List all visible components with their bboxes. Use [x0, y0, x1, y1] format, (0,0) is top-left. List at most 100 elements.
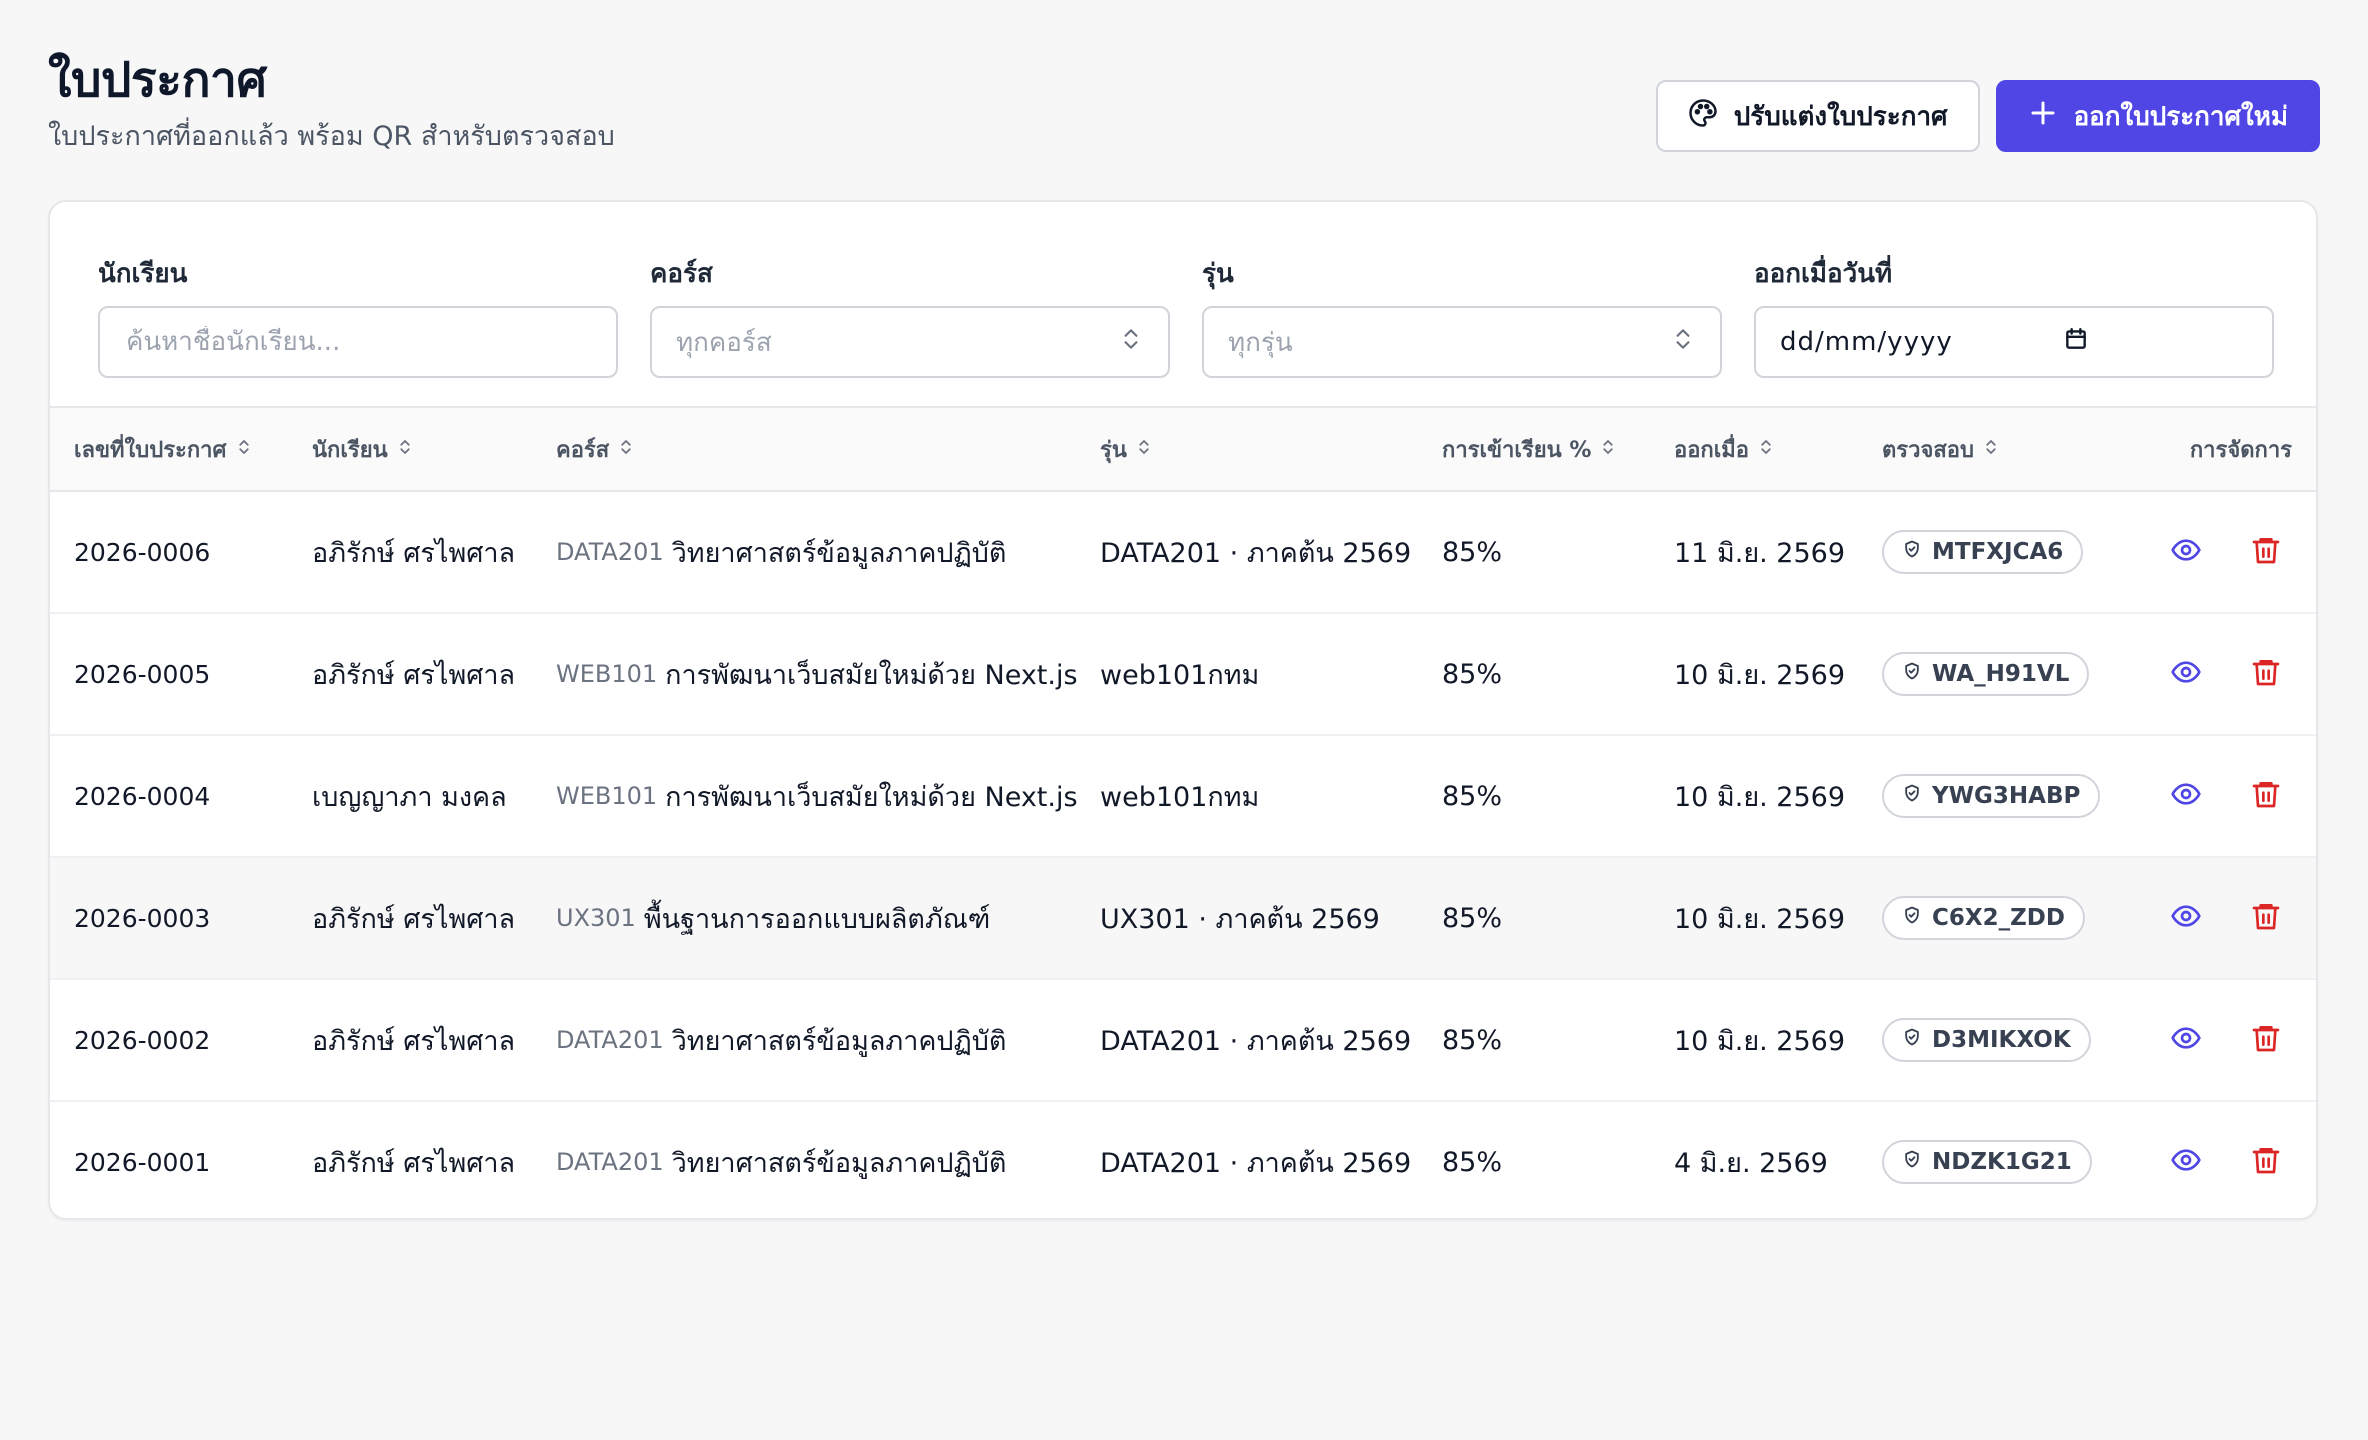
course-select[interactable]: ทุกคอร์ส — [650, 306, 1170, 378]
verify-cell: YWG3HABP — [1882, 736, 2101, 856]
column-header-number-label: เลขที่ใบประกาศ — [74, 437, 227, 463]
table-row: 2026-0002 อภิรักษ์ ศรไพศาล DATA201 วิทยา… — [50, 980, 2316, 1102]
course-code: DATA201 — [556, 538, 664, 566]
delete-button[interactable] — [2246, 898, 2286, 938]
customize-certificate-label: ปรับแต่งใบประกาศ — [1733, 101, 1948, 132]
column-header-verify-label: ตรวจสอบ — [1882, 437, 1974, 463]
batch-name: web101กทม — [1100, 781, 1260, 813]
chevron-up-down-icon — [1118, 326, 1144, 359]
palette-icon — [1688, 98, 1718, 135]
course-code: UX301 — [556, 904, 636, 932]
course-name: การพัฒนาเว็บสมัยใหม่ด้วย Next.js — [665, 659, 1078, 691]
certificate-number: 2026-0002 — [74, 1025, 211, 1055]
table-row: 2026-0005 อภิรักษ์ ศรไพศาล WEB101 การพัฒ… — [50, 614, 2316, 736]
issued-date: 10 มิ.ย. 2569 — [1674, 1025, 1846, 1057]
course-cell: WEB101 การพัฒนาเว็บสมัยใหม่ด้วย Next.js — [556, 736, 1078, 856]
eye-icon — [2170, 534, 2202, 570]
delete-button[interactable] — [2246, 1020, 2286, 1060]
student-name: เบญญาภา มงคล — [312, 781, 507, 813]
course-filter: คอร์ส ทุกคอร์ส — [650, 256, 1170, 378]
batch-name: UX301 · ภาคต้น 2569 — [1100, 903, 1380, 935]
issued-date-value: dd/mm/yyyy — [1780, 327, 1953, 357]
view-button[interactable] — [2166, 776, 2206, 816]
course-select-value: ทุกคอร์ส — [676, 327, 772, 358]
column-header-verify[interactable]: ตรวจสอบ — [1882, 408, 2000, 490]
verify-code: NDZK1G21 — [1932, 1149, 2072, 1175]
course-cell: UX301 พื้นฐานการออกแบบผลิตภัณฑ์ — [556, 858, 990, 978]
view-button[interactable] — [2166, 1142, 2206, 1182]
attendance-percent: 85% — [1442, 780, 1503, 812]
attendance-percent: 85% — [1442, 902, 1503, 934]
verify-code-badge[interactable]: NDZK1G21 — [1882, 1140, 2092, 1184]
calendar-icon[interactable] — [2063, 326, 2089, 359]
column-header-batch[interactable]: รุ่น — [1100, 408, 1153, 490]
trash-icon — [2250, 1022, 2282, 1058]
column-header-batch-label: รุ่น — [1100, 437, 1127, 463]
column-header-issued[interactable]: ออกเมื่อ — [1674, 408, 1775, 490]
column-header-number[interactable]: เลขที่ใบประกาศ — [74, 408, 253, 490]
customize-certificate-button[interactable]: ปรับแต่งใบประกาศ — [1655, 80, 1980, 152]
course-code: DATA201 — [556, 1026, 664, 1054]
delete-button[interactable] — [2246, 1142, 2286, 1182]
column-header-student[interactable]: นักเรียน — [312, 408, 414, 490]
certificates-card: นักเรียน คอร์ส ทุกคอร์ส รุ่น ทุกรุ่น — [48, 200, 2318, 1220]
column-header-attendance[interactable]: การเข้าเรียน % — [1442, 408, 1617, 490]
view-button[interactable] — [2166, 654, 2206, 694]
issued-date-input[interactable]: dd/mm/yyyy — [1754, 306, 2274, 378]
delete-button[interactable] — [2246, 776, 2286, 816]
verify-cell: D3MIKXOK — [1882, 980, 2091, 1100]
course-cell: DATA201 วิทยาศาสตร์ข้อมูลภาคปฏิบัติ — [556, 492, 1006, 612]
verify-code-badge[interactable]: MTFXJCA6 — [1882, 530, 2084, 574]
verify-code: C6X2_ZDD — [1932, 905, 2065, 931]
certificate-number: 2026-0005 — [74, 659, 211, 689]
new-certificate-button[interactable]: ออกใบประกาศใหม่ — [1995, 80, 2320, 152]
column-header-issued-label: ออกเมื่อ — [1674, 437, 1749, 463]
course-name: วิทยาศาสตร์ข้อมูลภาคปฏิบัติ — [671, 537, 1007, 569]
attendance-percent: 85% — [1442, 1024, 1503, 1056]
course-name: การพัฒนาเว็บสมัยใหม่ด้วย Next.js — [665, 781, 1078, 813]
attendance-percent: 85% — [1442, 1146, 1503, 1178]
page-header: ใบประกาศ ใบประกาศที่ออกแล้ว พร้อม QR สำห… — [48, 48, 615, 157]
delete-button[interactable] — [2246, 654, 2286, 694]
view-button[interactable] — [2166, 1020, 2206, 1060]
view-button[interactable] — [2166, 898, 2206, 938]
issued-date: 4 มิ.ย. 2569 — [1674, 1147, 1828, 1179]
sort-icon — [1982, 437, 2000, 462]
column-header-course[interactable]: คอร์ส — [556, 408, 635, 490]
shield-check-icon — [1902, 1027, 1922, 1053]
student-search-input[interactable] — [124, 326, 592, 358]
shield-check-icon — [1902, 905, 1922, 931]
view-button[interactable] — [2166, 532, 2206, 572]
table-body: 2026-0006 อภิรักษ์ ศรไพศาล DATA201 วิทยา… — [50, 492, 2316, 1218]
table-row: 2026-0003 อภิรักษ์ ศรไพศาล UX301 พื้นฐาน… — [50, 858, 2316, 980]
eye-icon — [2170, 900, 2202, 936]
verify-code: D3MIKXOK — [1932, 1027, 2071, 1053]
verify-code-badge[interactable]: C6X2_ZDD — [1882, 896, 2085, 940]
verify-code-badge[interactable]: WA_H91VL — [1882, 652, 2090, 696]
table-row: 2026-0004 เบญญาภา มงคล WEB101 การพัฒนาเว… — [50, 736, 2316, 858]
verify-cell: C6X2_ZDD — [1882, 858, 2085, 978]
student-name: อภิรักษ์ ศรไพศาล — [312, 659, 516, 691]
sort-icon — [1135, 437, 1153, 462]
verify-code-badge[interactable]: D3MIKXOK — [1882, 1018, 2091, 1062]
student-name: อภิรักษ์ ศรไพศาล — [312, 1147, 516, 1179]
shield-check-icon — [1902, 783, 1922, 809]
batch-filter: รุ่น ทุกรุ่น — [1202, 256, 1722, 378]
sort-icon — [1757, 437, 1775, 462]
student-name: อภิรักษ์ ศรไพศาล — [312, 903, 516, 935]
course-name: วิทยาศาสตร์ข้อมูลภาคปฏิบัติ — [671, 1147, 1007, 1179]
issued-date-filter-label: ออกเมื่อวันที่ — [1754, 259, 1893, 289]
attendance-percent: 85% — [1442, 536, 1503, 568]
certificates-table: เลขที่ใบประกาศ นักเรียน คอร์ส รุ่น การเข… — [50, 406, 2316, 1218]
certificate-number: 2026-0003 — [74, 903, 211, 933]
course-filter-label: คอร์ส — [650, 259, 713, 289]
verify-code: WA_H91VL — [1932, 661, 2070, 687]
verify-cell: MTFXJCA6 — [1882, 492, 2084, 612]
batch-select[interactable]: ทุกรุ่น — [1202, 306, 1722, 378]
delete-button[interactable] — [2246, 532, 2286, 572]
batch-name: DATA201 · ภาคต้น 2569 — [1100, 537, 1412, 569]
student-name: อภิรักษ์ ศรไพศาล — [312, 537, 516, 569]
verify-code-badge[interactable]: YWG3HABP — [1882, 774, 2101, 818]
trash-icon — [2250, 778, 2282, 814]
student-name: อภิรักษ์ ศรไพศาล — [312, 1025, 516, 1057]
